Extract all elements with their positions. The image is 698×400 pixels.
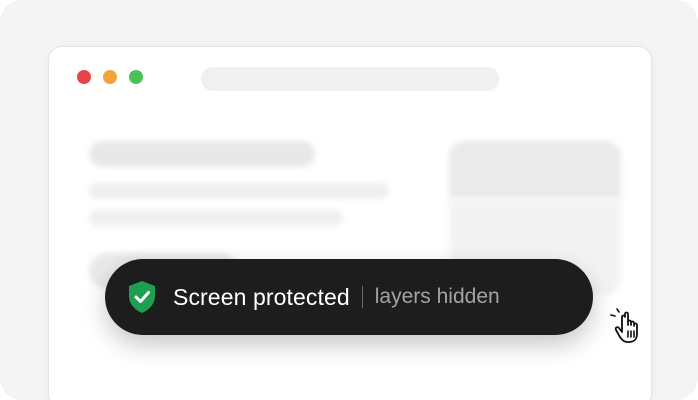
window-maximize-button[interactable]: [129, 70, 143, 84]
shield-check-icon: [127, 280, 157, 314]
illustration-canvas: Screen protected layers hidden: [0, 0, 698, 400]
blurred-heading-placeholder: [89, 141, 315, 167]
blurred-text-line: [89, 183, 389, 199]
blurred-card-header: [449, 141, 621, 199]
toast-title: Screen protected: [173, 283, 350, 310]
screen-protected-toast: Screen protected layers hidden: [105, 259, 593, 335]
address-bar[interactable]: [201, 67, 499, 91]
blurred-text-line: [89, 210, 343, 226]
toast-subtitle: layers hidden: [374, 285, 500, 308]
window-close-button[interactable]: [77, 70, 91, 84]
window-minimize-button[interactable]: [103, 70, 117, 84]
hand-pointer-icon: [610, 308, 650, 348]
browser-window: [48, 46, 652, 400]
toast-divider: [361, 286, 363, 308]
